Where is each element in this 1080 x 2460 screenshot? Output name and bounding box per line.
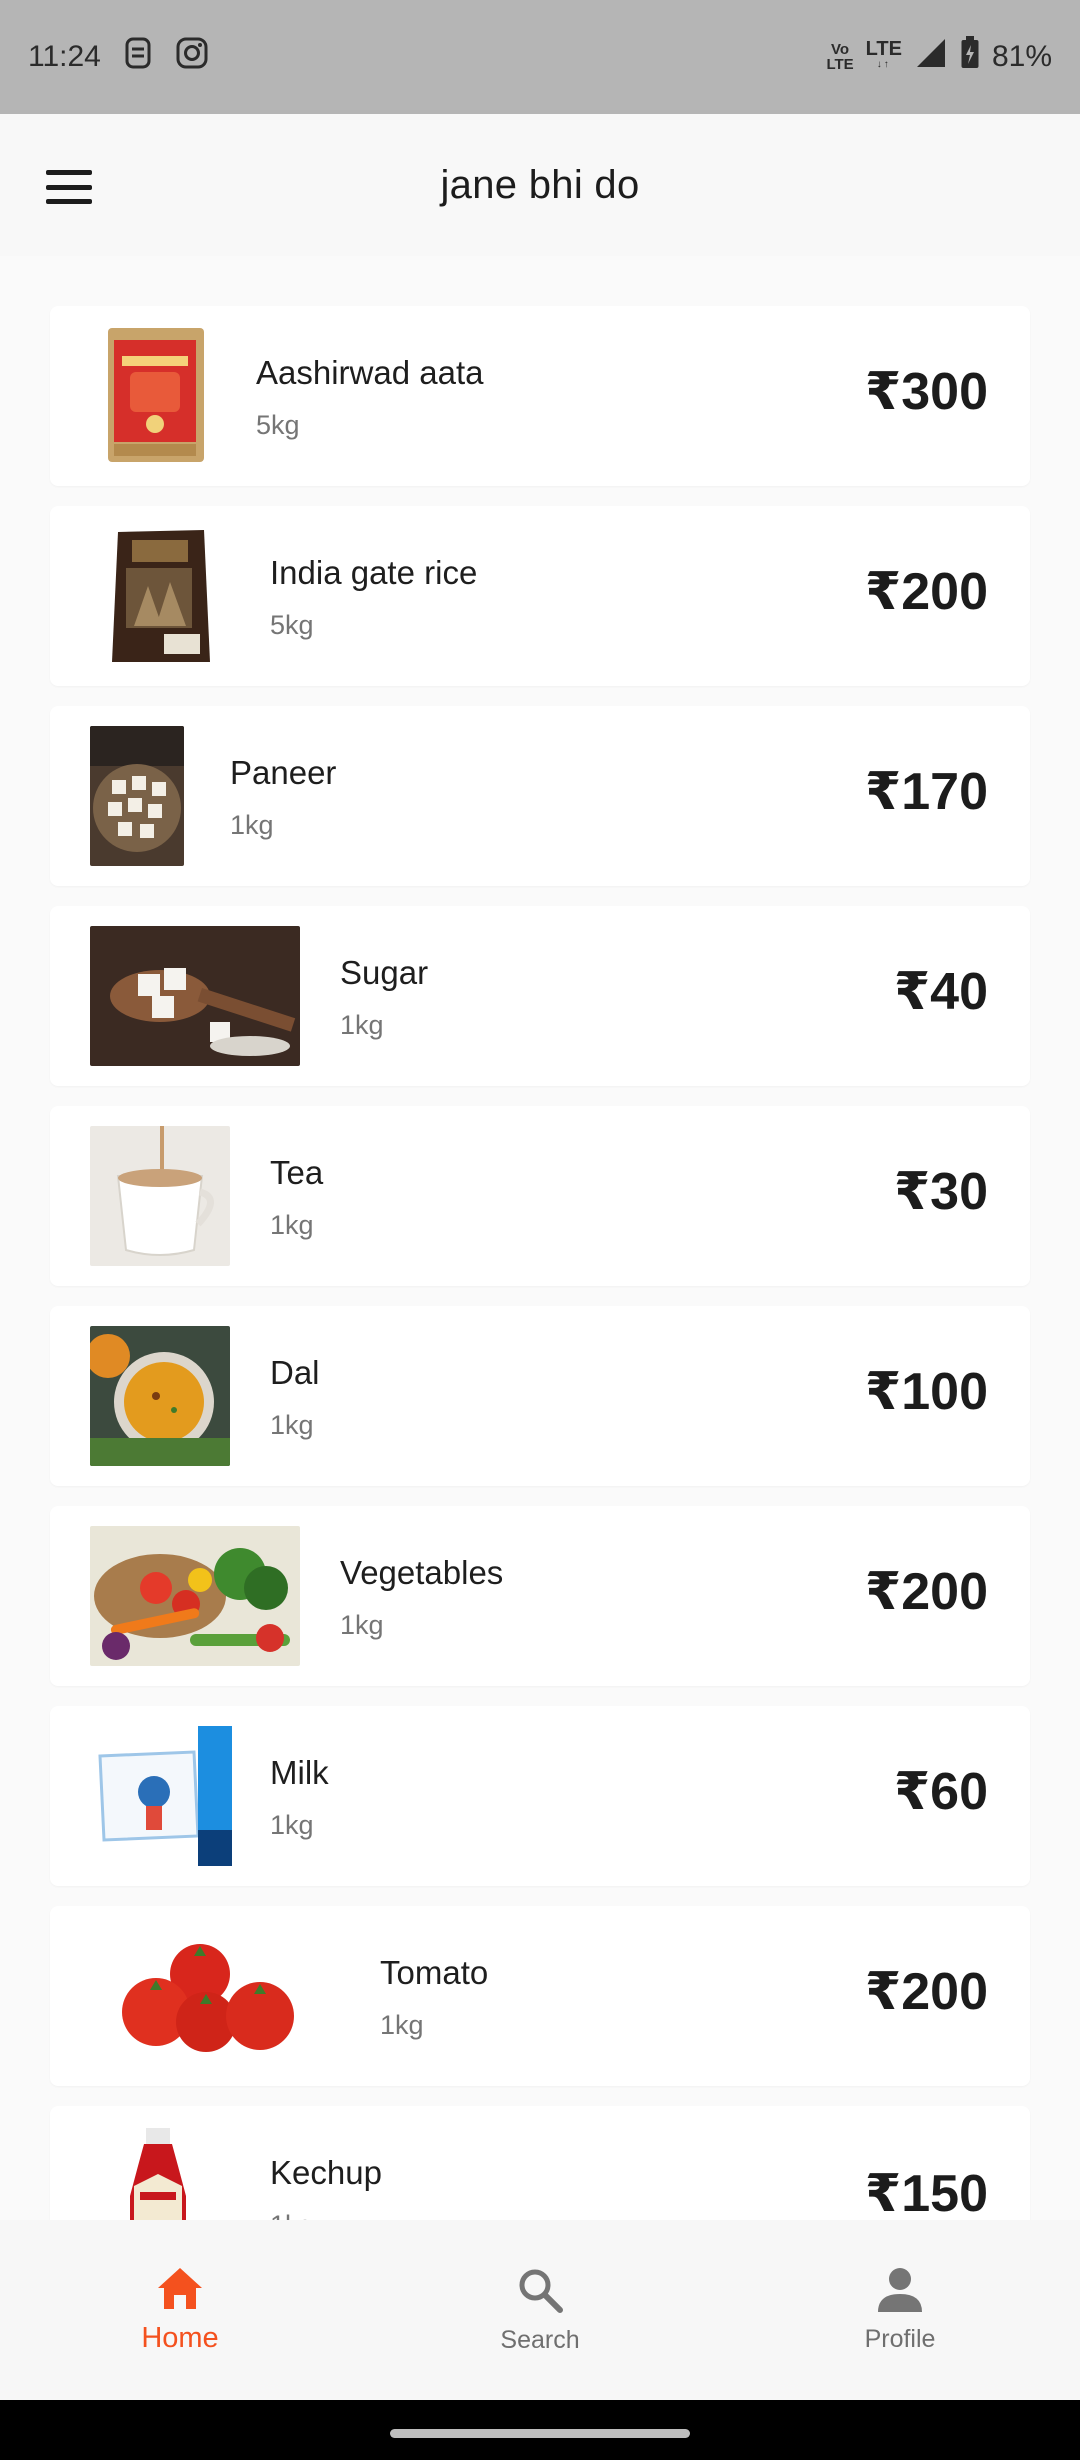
lte-label: LTE: [865, 38, 902, 60]
product-price: ₹40: [893, 963, 988, 1021]
home-icon: [155, 2265, 205, 2316]
aata-pack-image: [104, 326, 206, 466]
product-price: ₹150: [865, 2165, 988, 2220]
ketchup-bottle-image: [120, 2126, 196, 2220]
product-quantity: 1kg: [270, 1410, 314, 1440]
volte-indicator: Vo LTE: [826, 42, 853, 72]
product-card-tomato[interactable]: Tomato 1kg ₹200: [50, 1906, 1030, 2086]
product-name: Tea: [270, 1154, 324, 1191]
product-info: Tomato 1kg: [380, 1954, 488, 2041]
product-price: ₹100: [865, 1363, 988, 1421]
product-price: ₹60: [893, 1763, 988, 1821]
product-name: India gate rice: [270, 554, 478, 591]
dal-bowl-image: [90, 1326, 230, 1466]
menu-button[interactable]: [46, 170, 94, 204]
nav-search[interactable]: Search: [360, 2220, 720, 2400]
product-list[interactable]: Aashirwad aata 5kg ₹300 India gate rice …: [0, 256, 1080, 2220]
product-quantity: 5kg: [270, 610, 314, 640]
status-time: 11:24: [28, 40, 101, 73]
product-price: ₹200: [865, 1963, 988, 2021]
product-info: Sugar 1kg: [340, 954, 428, 1041]
milk-pouch-image: [94, 1726, 234, 1866]
product-info: Milk 1kg: [270, 1754, 329, 1841]
product-info: Dal 1kg: [270, 1354, 320, 1441]
sugar-image: [90, 926, 300, 1066]
product-card-kechup[interactable]: Kechup 1kg ₹150: [50, 2106, 1030, 2220]
product-info: Paneer 1kg: [230, 754, 336, 841]
product-name: Dal: [270, 1354, 320, 1391]
tomato-image: [90, 1926, 338, 2066]
search-icon: [515, 2265, 565, 2320]
product-card-vegetables[interactable]: Vegetables 1kg ₹200: [50, 1506, 1030, 1686]
volte-bottom-label: LTE: [826, 56, 854, 73]
nav-home[interactable]: Home: [0, 2220, 360, 2400]
status-bar: 11:24 Vo LTE LTE ↓↑ 81%: [0, 0, 1080, 114]
product-quantity: 1kg: [270, 2210, 382, 2220]
product-info: India gate rice 5kg: [270, 554, 477, 641]
product-price: ₹200: [865, 1563, 988, 1621]
vegetables-image: [90, 1526, 300, 1666]
product-card-india-gate-rice[interactable]: India gate rice 5kg ₹200: [50, 506, 1030, 686]
product-quantity: 1kg: [340, 1010, 384, 1040]
product-info: Tea 1kg: [270, 1154, 323, 1241]
product-card-aashirwad-aata[interactable]: Aashirwad aata 5kg ₹300: [50, 306, 1030, 486]
rice-bag-image: [104, 526, 216, 666]
product-quantity: 1kg: [270, 1810, 314, 1840]
data-saver-icon: [123, 36, 153, 78]
person-icon: [875, 2266, 925, 2319]
product-name: Tomato: [380, 1954, 489, 1991]
product-card-paneer[interactable]: Paneer 1kg ₹170: [50, 706, 1030, 886]
product-name: Paneer: [230, 754, 337, 791]
system-navigation-bar: [0, 2400, 1080, 2460]
lte-indicator: LTE ↓↑: [865, 38, 902, 70]
product-name: Sugar: [340, 954, 429, 991]
product-info: Aashirwad aata 5kg: [256, 354, 483, 441]
volte-top-label: Vo: [831, 41, 850, 58]
nav-search-label: Search: [500, 2326, 580, 2354]
signal-icon: [914, 36, 948, 78]
product-name: Kechup: [270, 2154, 382, 2191]
instagram-icon: [175, 36, 209, 78]
product-quantity: 1kg: [340, 1610, 384, 1640]
nav-profile-label: Profile: [864, 2325, 936, 2353]
tea-cup-image: [90, 1126, 230, 1266]
bottom-navigation: Home Search Profile: [0, 2220, 1080, 2400]
product-info: Vegetables 1kg: [340, 1554, 503, 1641]
product-price: ₹300: [865, 363, 988, 421]
app-bar: jane bhi do: [0, 114, 1080, 256]
product-card-milk[interactable]: Milk 1kg ₹60: [50, 1706, 1030, 1886]
product-card-sugar[interactable]: Sugar 1kg ₹40: [50, 906, 1030, 1086]
product-card-tea[interactable]: Tea 1kg ₹30: [50, 1106, 1030, 1286]
product-name: Aashirwad aata: [256, 354, 484, 391]
page-title: jane bhi do: [440, 162, 640, 207]
product-price: ₹200: [865, 563, 988, 621]
battery-percent: 81%: [991, 40, 1052, 73]
paneer-image: [90, 726, 184, 866]
product-quantity: 1kg: [380, 2010, 424, 2040]
product-quantity: 1kg: [230, 810, 274, 840]
home-gesture-handle[interactable]: [390, 2429, 690, 2438]
battery-icon: [960, 36, 980, 78]
nav-profile[interactable]: Profile: [720, 2220, 1080, 2400]
product-name: Vegetables: [340, 1554, 504, 1591]
menu-icon: [46, 170, 92, 175]
nav-home-label: Home: [141, 2322, 219, 2354]
product-info: Kechup 1kg: [270, 2154, 382, 2220]
product-quantity: 5kg: [256, 410, 300, 440]
product-price: ₹170: [865, 763, 988, 821]
product-price: ₹30: [893, 1163, 988, 1221]
product-quantity: 1kg: [270, 1210, 314, 1240]
product-card-dal[interactable]: Dal 1kg ₹100: [50, 1306, 1030, 1486]
product-name: Milk: [270, 1754, 329, 1791]
